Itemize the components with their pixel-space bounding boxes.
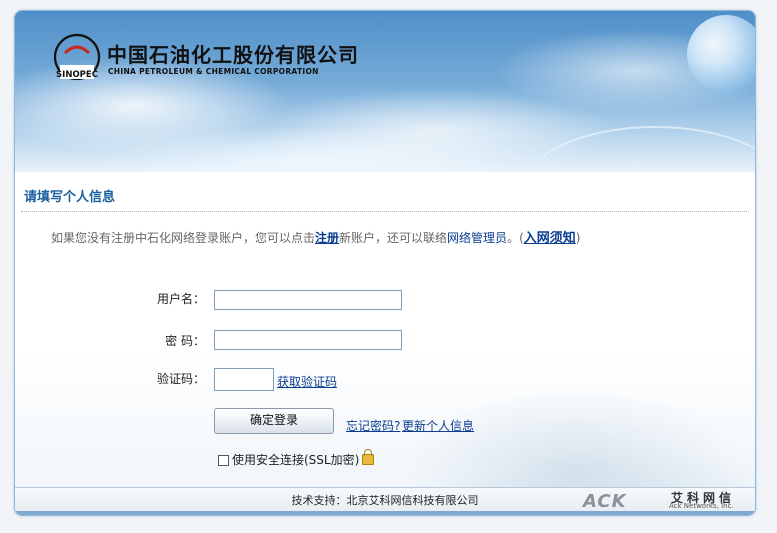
get-captcha-link[interactable]: 获取验证码 [277,373,337,390]
ssl-label: 使用安全连接(SSL加密) [232,453,360,467]
vendor-name-en: Ack Networks, Inc. [669,502,734,510]
bottom-border-bar [15,511,755,515]
captcha-label: 验证码： [156,372,205,386]
ssl-option[interactable]: 使用安全连接(SSL加密) [218,449,375,468]
forgot-password-link[interactable]: 忘记密码? [346,417,400,434]
captcha-input[interactable] [214,368,274,391]
section-title: 请填写个人信息 [24,190,116,205]
logo-mark-text: SINOPEC [56,70,98,80]
login-button[interactable]: 确定登录 [214,408,334,434]
network-admin-text: 网络管理员 [447,231,508,245]
access-notice-link[interactable]: 入网须知 [524,231,576,246]
company-logo: SINOPEC 中国石油化工股份有限公司 CHINA PETROLEUM & C… [51,33,358,89]
register-link[interactable]: 注册 [315,231,339,245]
login-form-area: 请填写个人信息 如果您没有注册中石化网络登录账户，您可以点击注册新账户，还可以联… [15,172,755,487]
login-window: SINOPEC 中国石油化工股份有限公司 CHINA PETROLEUM & C… [14,10,756,516]
registration-notice: 如果您没有注册中石化网络登录账户，您可以点击注册新账户，还可以联络网络管理员。(… [51,227,580,246]
header-banner: SINOPEC 中国石油化工股份有限公司 CHINA PETROLEUM & C… [15,11,755,172]
notice-text-4: ) [575,231,581,245]
moon-decoration [687,15,755,93]
password-input[interactable] [214,330,402,350]
update-info-link[interactable]: 更新个人信息 [402,417,474,434]
lock-icon [362,449,375,465]
password-label: 密 码： [165,334,205,348]
username-input[interactable] [214,290,402,310]
dotted-divider [21,211,749,212]
sinopec-logo-icon: SINOPEC [53,33,101,81]
company-name-en: CHINA PETROLEUM & CHEMICAL CORPORATION [108,67,319,76]
notice-text-1: 如果您没有注册中石化网络登录账户，您可以点击 [51,231,316,245]
notice-text-3: 。( [507,231,524,245]
ssl-checkbox[interactable] [218,455,229,466]
company-name-cn: 中国石油化工股份有限公司 [107,43,359,67]
username-label: 用户名： [156,292,205,306]
notice-text-2: 新账户，还可以联络 [339,231,448,245]
ack-logo-mark: ACK [583,491,627,512]
vendor-logo: ACK 艾科网信 Ack Networks, Inc. [583,489,751,513]
